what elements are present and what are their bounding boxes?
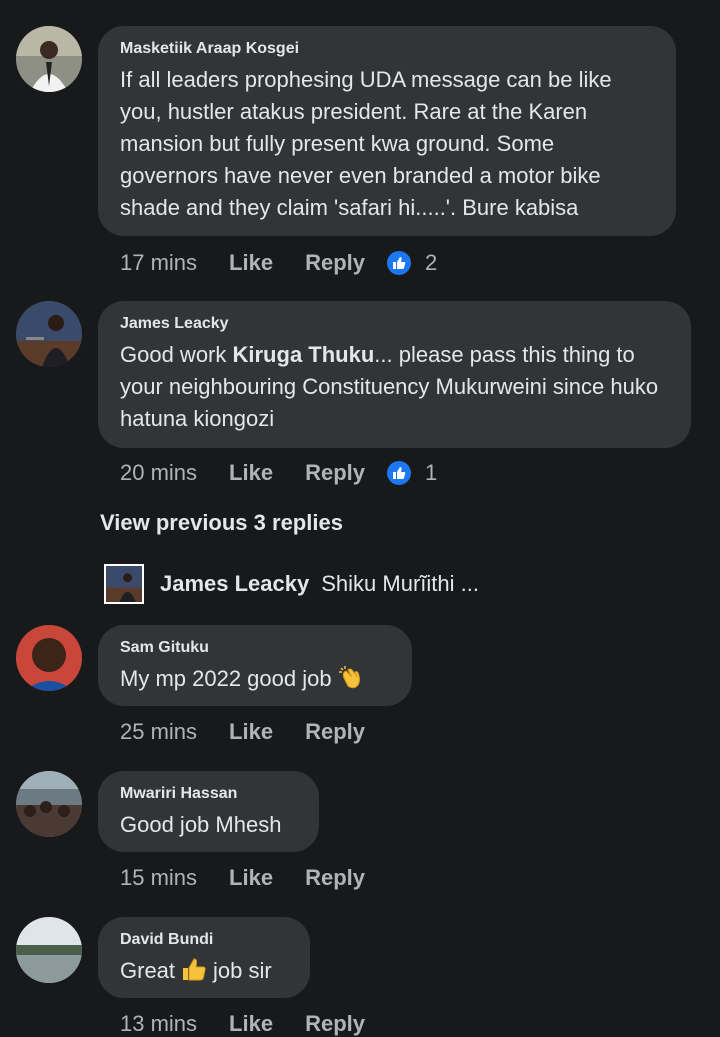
comment-actions: 15 mins Like Reply — [120, 865, 365, 891]
comment-actions: 25 mins Like Reply — [120, 719, 365, 745]
comment-text: Great job sir — [120, 955, 288, 991]
like-button[interactable]: Like — [229, 250, 273, 276]
comment-text: If all leaders prophesing UDA message ca… — [120, 67, 612, 220]
comment-time[interactable]: 25 mins — [120, 719, 197, 745]
reply-author: James Leacky — [160, 571, 310, 596]
comment-actions: 17 mins Like Reply 2 — [120, 250, 437, 276]
like-reaction-icon — [387, 461, 411, 485]
reaction-summary[interactable]: 1 — [387, 460, 437, 486]
view-previous-replies-link[interactable]: View previous 3 replies — [100, 510, 343, 536]
comment-bubble: James Leacky Good work Kiruga Thuku... p… — [98, 301, 691, 448]
reply-button[interactable]: Reply — [305, 250, 365, 276]
comment-bubble: Sam Gituku My mp 2022 good job — [98, 625, 412, 706]
reaction-count: 1 — [425, 460, 438, 485]
comment-actions: 20 mins Like Reply 1 — [120, 460, 437, 486]
avatar — [104, 564, 144, 604]
like-button[interactable]: Like — [229, 460, 273, 486]
comment-time[interactable]: 13 mins — [120, 1011, 197, 1037]
like-button[interactable]: Like — [229, 1011, 273, 1037]
comment-author[interactable]: Mwariri Hassan — [120, 785, 297, 803]
like-button[interactable]: Like — [229, 865, 273, 891]
comment-author[interactable]: David Bundi — [120, 931, 288, 949]
comment-author[interactable]: James Leacky — [120, 315, 669, 333]
comment-actions: 13 mins Like Reply — [120, 1011, 365, 1037]
comment-bubble: David Bundi Great job sir — [98, 917, 310, 998]
comment-text-start: My mp 2022 good job — [120, 666, 332, 691]
avatar[interactable] — [16, 771, 82, 837]
comment-author[interactable]: Sam Gituku — [120, 639, 390, 657]
reply-text: Shiku Murĩithi ... — [321, 571, 479, 596]
comment-text: Good work Kiruga Thuku... please pass th… — [120, 339, 669, 435]
comment-bubble: Masketiik Araap Kosgei If all leaders pr… — [98, 26, 676, 236]
reply-button[interactable]: Reply — [305, 865, 365, 891]
avatar[interactable] — [16, 625, 82, 691]
avatar[interactable] — [16, 917, 82, 983]
like-button[interactable]: Like — [229, 719, 273, 745]
reply-button[interactable]: Reply — [305, 1011, 365, 1037]
like-reaction-icon — [387, 251, 411, 275]
reply-preview[interactable]: James Leacky Shiku Murĩithi ... — [104, 562, 479, 606]
clapping-hands-icon — [338, 664, 364, 699]
comment-text-start: Good work — [120, 342, 233, 367]
reaction-summary[interactable]: 2 — [387, 250, 437, 276]
comment-time[interactable]: 17 mins — [120, 250, 197, 276]
comment-author[interactable]: Masketiik Araap Kosgei — [120, 40, 654, 58]
comment-time[interactable]: 15 mins — [120, 865, 197, 891]
reply-button[interactable]: Reply — [305, 460, 365, 486]
avatar[interactable] — [16, 301, 82, 367]
comment-text-start: Great — [120, 958, 176, 983]
thumbs-up-icon — [181, 956, 207, 991]
reaction-count: 2 — [425, 250, 438, 275]
mention-link[interactable]: Kiruga Thuku — [233, 342, 375, 367]
reply-button[interactable]: Reply — [305, 719, 365, 745]
avatar[interactable] — [16, 26, 82, 92]
comment-text-end: job sir — [213, 958, 272, 983]
comment-bubble: Mwariri Hassan Good job Mhesh — [98, 771, 319, 852]
comment-time[interactable]: 20 mins — [120, 460, 197, 486]
comment-text: Good job Mhesh — [120, 812, 282, 837]
comment-text: My mp 2022 good job — [120, 663, 390, 699]
